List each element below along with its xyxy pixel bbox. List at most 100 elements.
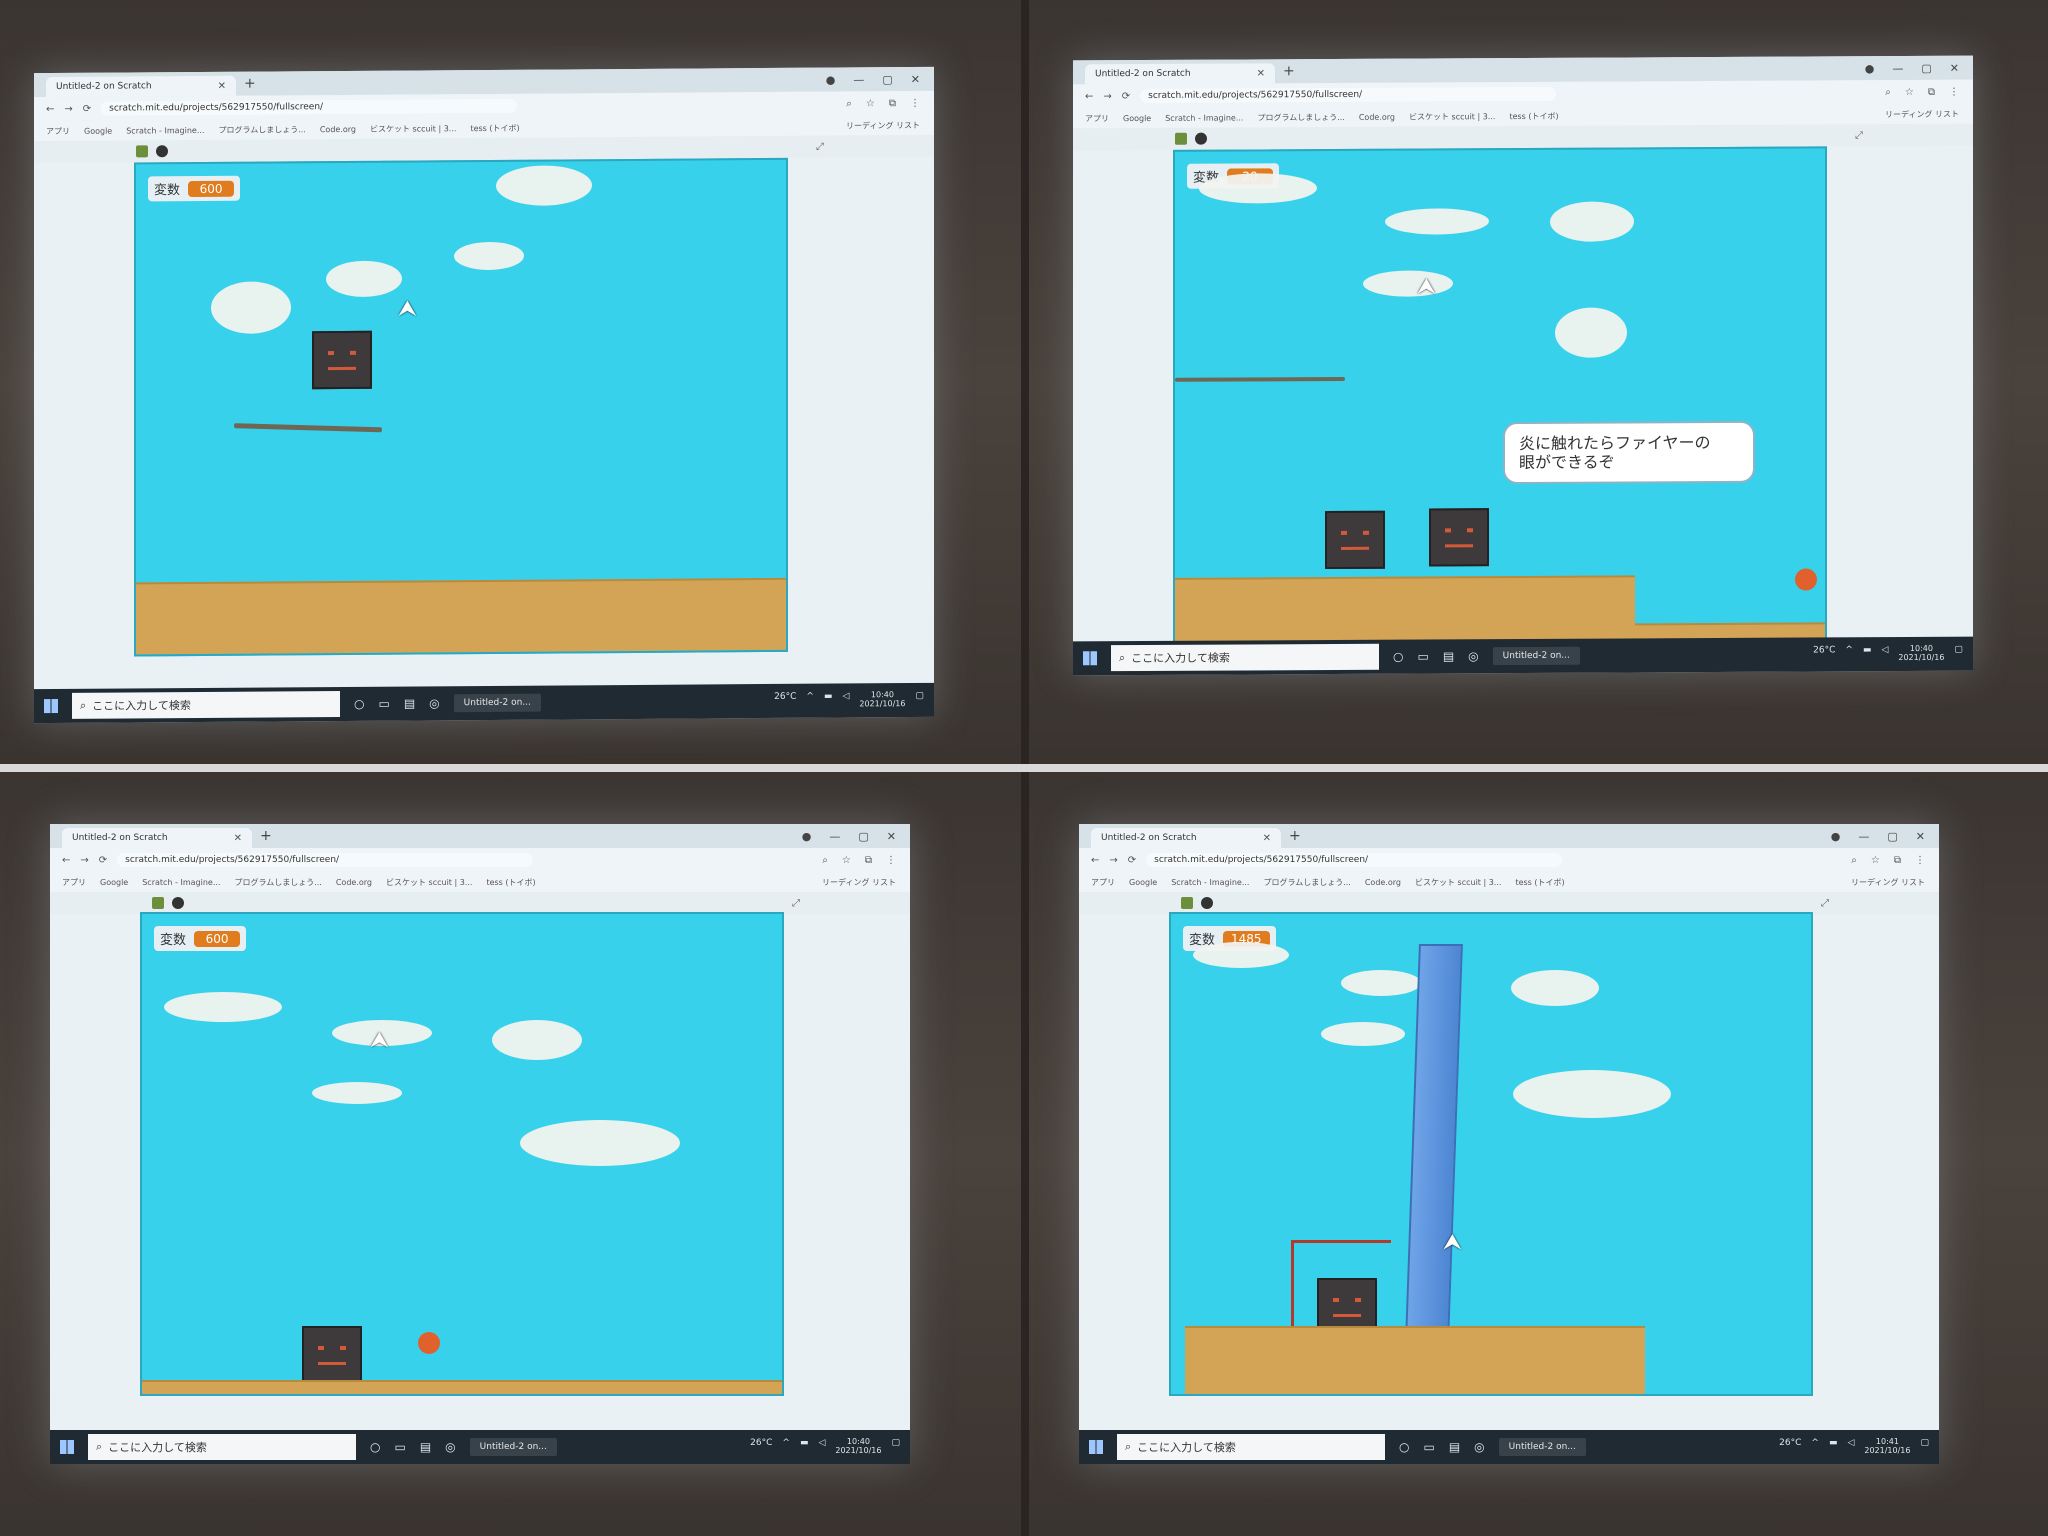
bookmark-item[interactable]: tess (トイボ) [1509, 110, 1558, 121]
notification-icon[interactable]: ▢ [1920, 1438, 1929, 1456]
bookmark-item[interactable]: プログラムしましょう... [234, 877, 321, 888]
extensions-icon[interactable]: ⧉ [889, 98, 896, 109]
zoom-icon[interactable]: ⌕ [846, 98, 852, 109]
file-explorer-icon[interactable]: ▤ [1443, 649, 1454, 663]
minimize-icon[interactable]: — [829, 830, 840, 843]
task-view-icon[interactable]: ▭ [394, 1440, 405, 1454]
file-explorer-icon[interactable]: ▤ [404, 696, 415, 710]
minimize-icon[interactable]: — [853, 73, 864, 86]
new-tab-icon[interactable]: + [260, 828, 272, 844]
bookmark-item[interactable]: プログラムしましょう... [1263, 877, 1350, 888]
close-tab-icon[interactable]: ✕ [218, 80, 226, 91]
forward-icon[interactable]: → [1109, 855, 1117, 866]
notification-icon[interactable]: ▢ [891, 1438, 900, 1456]
extensions-icon[interactable]: ⧉ [865, 855, 872, 866]
bookmark-item[interactable]: プログラムしましょう... [1257, 111, 1344, 122]
windows-start-icon[interactable] [44, 698, 58, 714]
bookmark-item[interactable]: ビスケット sccuit | 3... [386, 877, 472, 888]
taskbar-search[interactable]: ⌕ ここに入力して検索 [1117, 1434, 1385, 1460]
back-icon[interactable]: ← [46, 103, 54, 114]
fullscreen-icon[interactable]: ⤢ [816, 142, 824, 153]
clock[interactable]: 10:41 2021/10/16 [1864, 1437, 1910, 1456]
notification-icon[interactable]: ▢ [1954, 645, 1963, 663]
bookmark-item[interactable]: tess (トイボ) [470, 122, 519, 133]
task-view-icon[interactable]: ▭ [378, 697, 389, 711]
profile-icon[interactable]: ● [1865, 62, 1875, 75]
network-icon[interactable]: ▬ [800, 1438, 809, 1456]
zoom-icon[interactable]: ⌕ [1851, 855, 1857, 866]
fullscreen-icon[interactable]: ⤢ [1821, 898, 1829, 909]
menu-icon[interactable]: ⋮ [1949, 86, 1959, 97]
forward-icon[interactable]: → [64, 103, 72, 114]
green-flag-icon[interactable] [1175, 132, 1187, 145]
close-tab-icon[interactable]: ✕ [1263, 833, 1271, 844]
cortana-icon[interactable]: ○ [370, 1440, 380, 1454]
close-tab-icon[interactable]: ✕ [234, 833, 242, 844]
taskbar-app-button[interactable]: Untitled-2 on... [453, 693, 541, 713]
fullscreen-icon[interactable]: ⤢ [1855, 130, 1863, 141]
reload-icon[interactable]: ⟳ [1122, 91, 1130, 102]
menu-icon[interactable]: ⋮ [910, 97, 920, 108]
star-icon[interactable]: ☆ [842, 855, 851, 866]
new-tab-icon[interactable]: + [1289, 828, 1301, 844]
maximize-icon[interactable]: ▢ [1921, 61, 1931, 74]
minimize-icon[interactable]: — [1892, 62, 1903, 75]
url-field[interactable]: scratch.mit.edu/projects/562917550/fulls… [101, 98, 518, 116]
star-icon[interactable]: ☆ [1905, 86, 1914, 97]
taskbar-search[interactable]: ⌕ ここに入力して検索 [1111, 643, 1379, 672]
file-explorer-icon[interactable]: ▤ [420, 1440, 431, 1454]
bookmark-item[interactable]: アプリ [46, 125, 70, 136]
bookmark-item[interactable]: Google [84, 126, 112, 135]
windows-start-icon[interactable] [1083, 651, 1097, 666]
forward-icon[interactable]: → [80, 855, 88, 866]
fullscreen-icon[interactable]: ⤢ [792, 898, 800, 909]
zoom-icon[interactable]: ⌕ [822, 855, 828, 866]
scratch-stage[interactable]: 変数 600 ⮝ [134, 157, 788, 657]
profile-icon[interactable]: ● [802, 830, 812, 843]
forward-icon[interactable]: → [1103, 91, 1111, 102]
reading-list[interactable]: リーディング リスト [1885, 108, 1973, 119]
bookmark-item[interactable]: Scratch - Imagine... [126, 125, 204, 135]
browser-tab[interactable]: Untitled-2 on Scratch ✕ [1091, 828, 1281, 848]
url-field[interactable]: scratch.mit.edu/projects/562917550/fulls… [1140, 86, 1557, 104]
bookmark-item[interactable]: tess (トイボ) [1515, 877, 1564, 888]
browser-tab[interactable]: Untitled-2 on Scratch ✕ [46, 75, 236, 98]
zoom-icon[interactable]: ⌕ [1885, 87, 1891, 98]
task-view-icon[interactable]: ▭ [1417, 649, 1428, 663]
volume-icon[interactable]: ◁ [1881, 645, 1888, 663]
close-window-icon[interactable]: ✕ [1950, 61, 1959, 74]
weather-text[interactable]: 26°C [750, 1438, 772, 1456]
extensions-icon[interactable]: ⧉ [1894, 855, 1901, 866]
back-icon[interactable]: ← [62, 855, 70, 866]
browser-tab[interactable]: Untitled-2 on Scratch ✕ [62, 828, 252, 848]
bookmark-item[interactable]: ビスケット sccuit | 3... [1409, 111, 1495, 122]
weather-text[interactable]: 26°C [774, 692, 796, 710]
stop-icon[interactable] [156, 145, 168, 158]
bookmark-item[interactable]: アプリ [62, 877, 86, 888]
bookmark-item[interactable]: Scratch - Imagine... [1165, 113, 1243, 122]
menu-icon[interactable]: ⋮ [886, 855, 896, 866]
edge-icon[interactable]: ◎ [1468, 649, 1478, 663]
clock[interactable]: 10:40 2021/10/16 [859, 690, 905, 709]
volume-icon[interactable]: ◁ [818, 1438, 825, 1456]
green-flag-icon[interactable] [136, 145, 148, 158]
star-icon[interactable]: ☆ [866, 98, 875, 109]
tray-arrow-icon[interactable]: ^ [1811, 1438, 1819, 1456]
new-tab-icon[interactable]: + [1283, 63, 1295, 79]
star-icon[interactable]: ☆ [1871, 855, 1880, 866]
stop-icon[interactable] [1195, 132, 1207, 145]
bookmark-item[interactable]: ビスケット sccuit | 3... [370, 123, 456, 135]
bookmark-item[interactable]: Code.org [320, 124, 356, 133]
close-tab-icon[interactable]: ✕ [1257, 68, 1265, 79]
volume-icon[interactable]: ◁ [1847, 1438, 1854, 1456]
taskbar-search[interactable]: ⌕ ここに入力して検索 [88, 1434, 356, 1460]
task-view-icon[interactable]: ▭ [1423, 1440, 1434, 1454]
network-icon[interactable]: ▬ [1829, 1438, 1838, 1456]
profile-icon[interactable]: ● [1831, 830, 1841, 843]
back-icon[interactable]: ← [1091, 855, 1099, 866]
reading-list[interactable]: リーディング リスト [822, 877, 910, 888]
maximize-icon[interactable]: ▢ [1887, 830, 1897, 843]
edge-icon[interactable]: ◎ [429, 696, 439, 710]
cortana-icon[interactable]: ○ [1399, 1440, 1409, 1454]
network-icon[interactable]: ▬ [1863, 645, 1872, 663]
